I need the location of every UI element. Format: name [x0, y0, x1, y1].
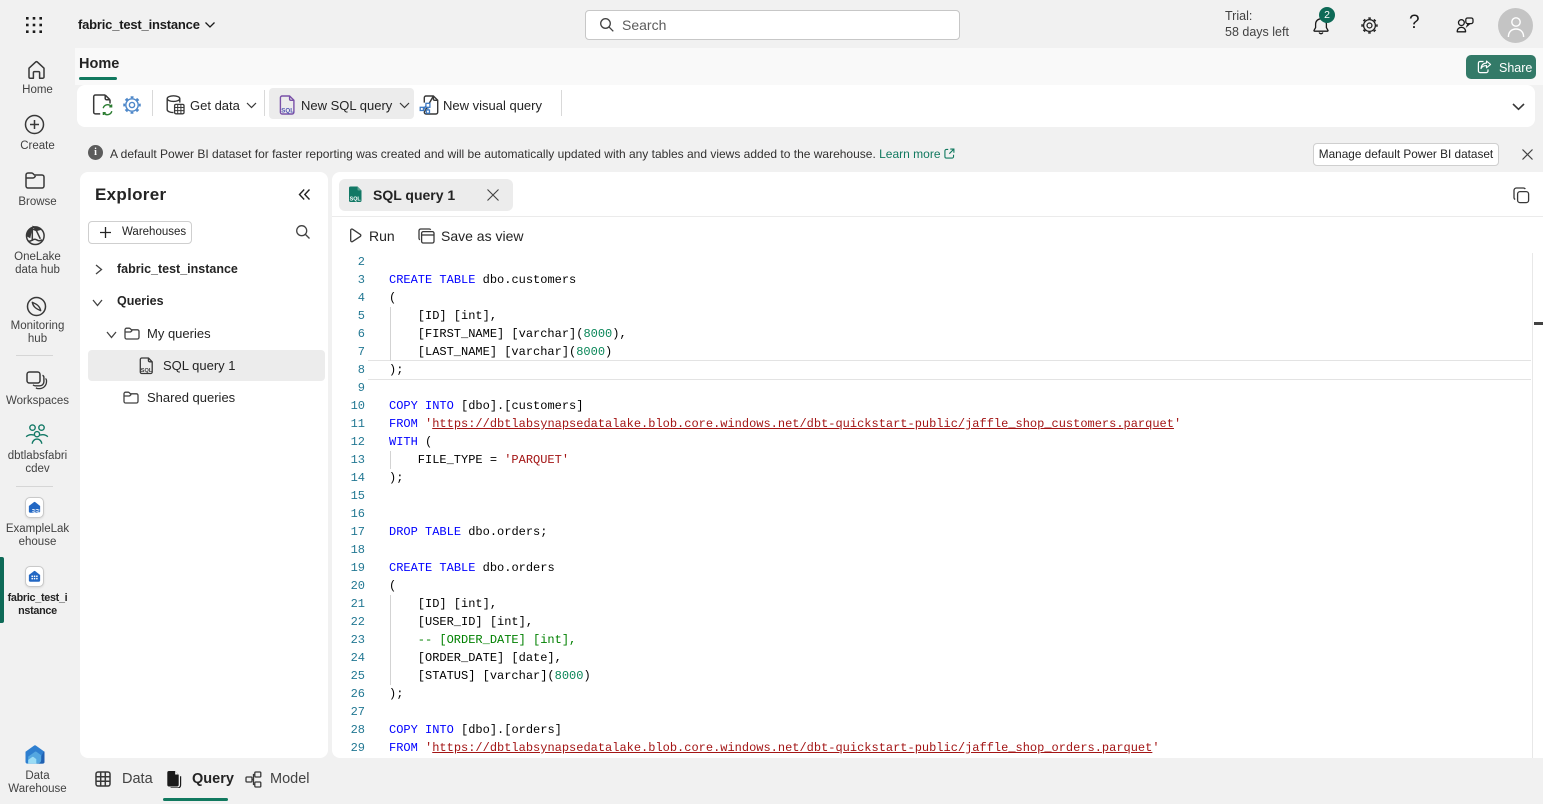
svg-text:SQL: SQL [281, 107, 294, 114]
svg-text:SQL: SQL [141, 368, 153, 374]
svg-text:SQL: SQL [350, 197, 362, 203]
